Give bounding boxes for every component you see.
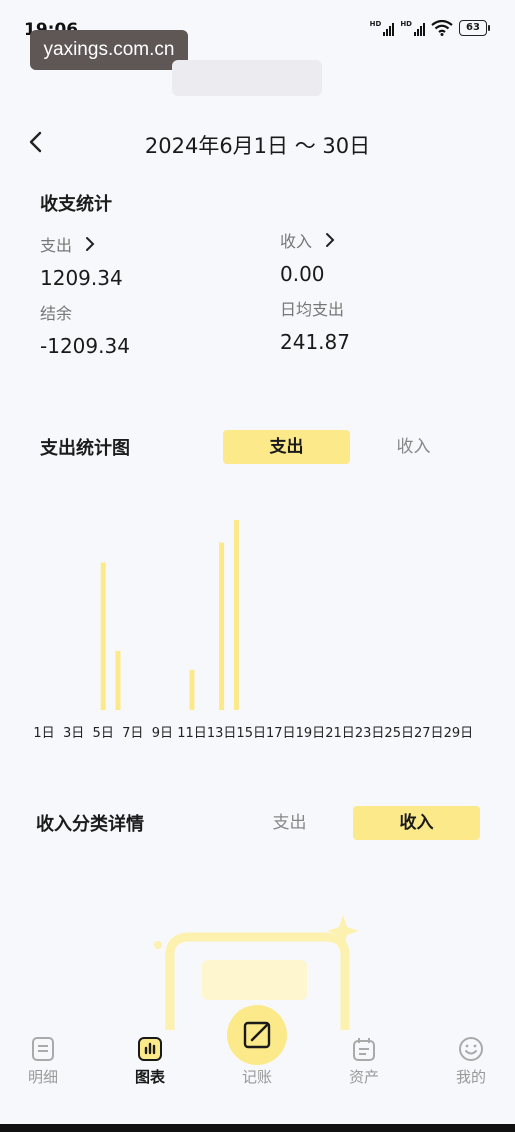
tab-chart-income[interactable]: 收入 [350, 430, 477, 464]
tab-label: 记账 [241, 1068, 272, 1086]
chart-title: 支出统计图 [40, 438, 130, 459]
expense-label: 支出 [40, 236, 73, 255]
income-value: 0.00 [280, 262, 325, 286]
tab-assets[interactable]: 资产 [329, 1030, 399, 1087]
tab-mine[interactable]: 我的 [436, 1030, 506, 1087]
income-label: 收入 [280, 232, 313, 251]
x-tick-label: 7日 [122, 726, 143, 741]
detail-section-header: 收入分类详情 支出 收入 [36, 804, 486, 840]
x-tick-label: 19日 [296, 726, 326, 741]
battery-icon: 63 [459, 20, 490, 36]
expense-stat[interactable]: 支出 1209.34 [40, 232, 123, 290]
wallet-icon [353, 1038, 375, 1061]
chevron-right-icon [326, 233, 335, 247]
header: 2024年6月1日 ～ 30日 [0, 118, 515, 168]
chart-bar-6日 [115, 651, 121, 710]
signal-icon: HD [370, 20, 395, 36]
balance-value: -1209.34 [40, 334, 130, 358]
daily-label: 日均支出 [280, 300, 345, 319]
tab-label: 资产 [348, 1068, 379, 1086]
list-icon [32, 1037, 54, 1061]
x-tick-label: 21日 [325, 726, 355, 741]
x-tick-label: 1日 [33, 726, 54, 741]
tab-label: 图表 [134, 1068, 165, 1086]
chart-bar-11日 [189, 670, 195, 710]
tab-chart-expense[interactable]: 支出 [223, 430, 350, 464]
x-tick-label: 23日 [355, 726, 385, 741]
balance-label: 结余 [40, 304, 73, 323]
daily-value: 241.87 [280, 330, 350, 354]
x-tick-label: 13日 [207, 726, 237, 741]
tab-label: 明细 [27, 1068, 58, 1086]
summary-title: 收支统计 [40, 194, 112, 215]
income-stat[interactable]: 收入 0.00 [280, 228, 338, 286]
record-fab-button[interactable] [227, 1005, 287, 1065]
summary-stats: 收支统计 支出 1209.34 收入 0.00 结余 -1209.34 日均支出… [40, 190, 480, 358]
chart-bar-14日 [233, 520, 239, 710]
x-tick-label: 5日 [93, 726, 114, 741]
x-tick-label: 15日 [236, 726, 266, 741]
x-tick-label: 9日 [152, 726, 173, 741]
tab-chart[interactable]: 图表 [115, 1030, 185, 1087]
smile-icon [459, 1037, 483, 1061]
x-tick-label: 11日 [177, 726, 207, 741]
page-title[interactable]: 2024年6月1日 ～ 30日 [0, 130, 515, 160]
bottom-strip [0, 1124, 515, 1132]
chart-bar-13日 [219, 542, 225, 710]
status-icons: HD HD 63 [370, 20, 490, 36]
chart-icon [138, 1037, 162, 1061]
x-tick-label: 27日 [414, 726, 444, 741]
x-tick-label: 25日 [384, 726, 414, 741]
chart-bar-5日 [100, 562, 106, 710]
ghost-bar [172, 60, 322, 96]
expense-bar-chart: 1日 3日 5日 7日 9日 11日 13日 15日 17日 19日 21日 23日 25日 27日 29日 [33, 520, 474, 741]
balance-stat: 结余 -1209.34 [40, 300, 130, 358]
x-tick-label: 3日 [63, 726, 84, 741]
watermark: yaxings.com.cn [30, 30, 188, 70]
chart-section-header: 支出统计图 支出 收入 [40, 428, 480, 464]
tab-detail-income[interactable]: 收入 [353, 806, 480, 840]
edit-icon [243, 1021, 271, 1049]
x-tick-label: 17日 [266, 726, 296, 741]
tab-label: 我的 [455, 1068, 486, 1086]
tab-detail-expense[interactable]: 支出 [226, 806, 353, 840]
signal-icon-2: HD [400, 20, 425, 36]
expense-value: 1209.34 [40, 266, 123, 290]
tab-detail[interactable]: 明细 [8, 1030, 78, 1087]
daily-stat: 日均支出 241.87 [280, 296, 350, 354]
chevron-right-icon [86, 237, 95, 251]
x-tick-label: 29日 [444, 726, 474, 741]
detail-title: 收入分类详情 [36, 814, 144, 835]
wifi-icon [431, 20, 453, 36]
